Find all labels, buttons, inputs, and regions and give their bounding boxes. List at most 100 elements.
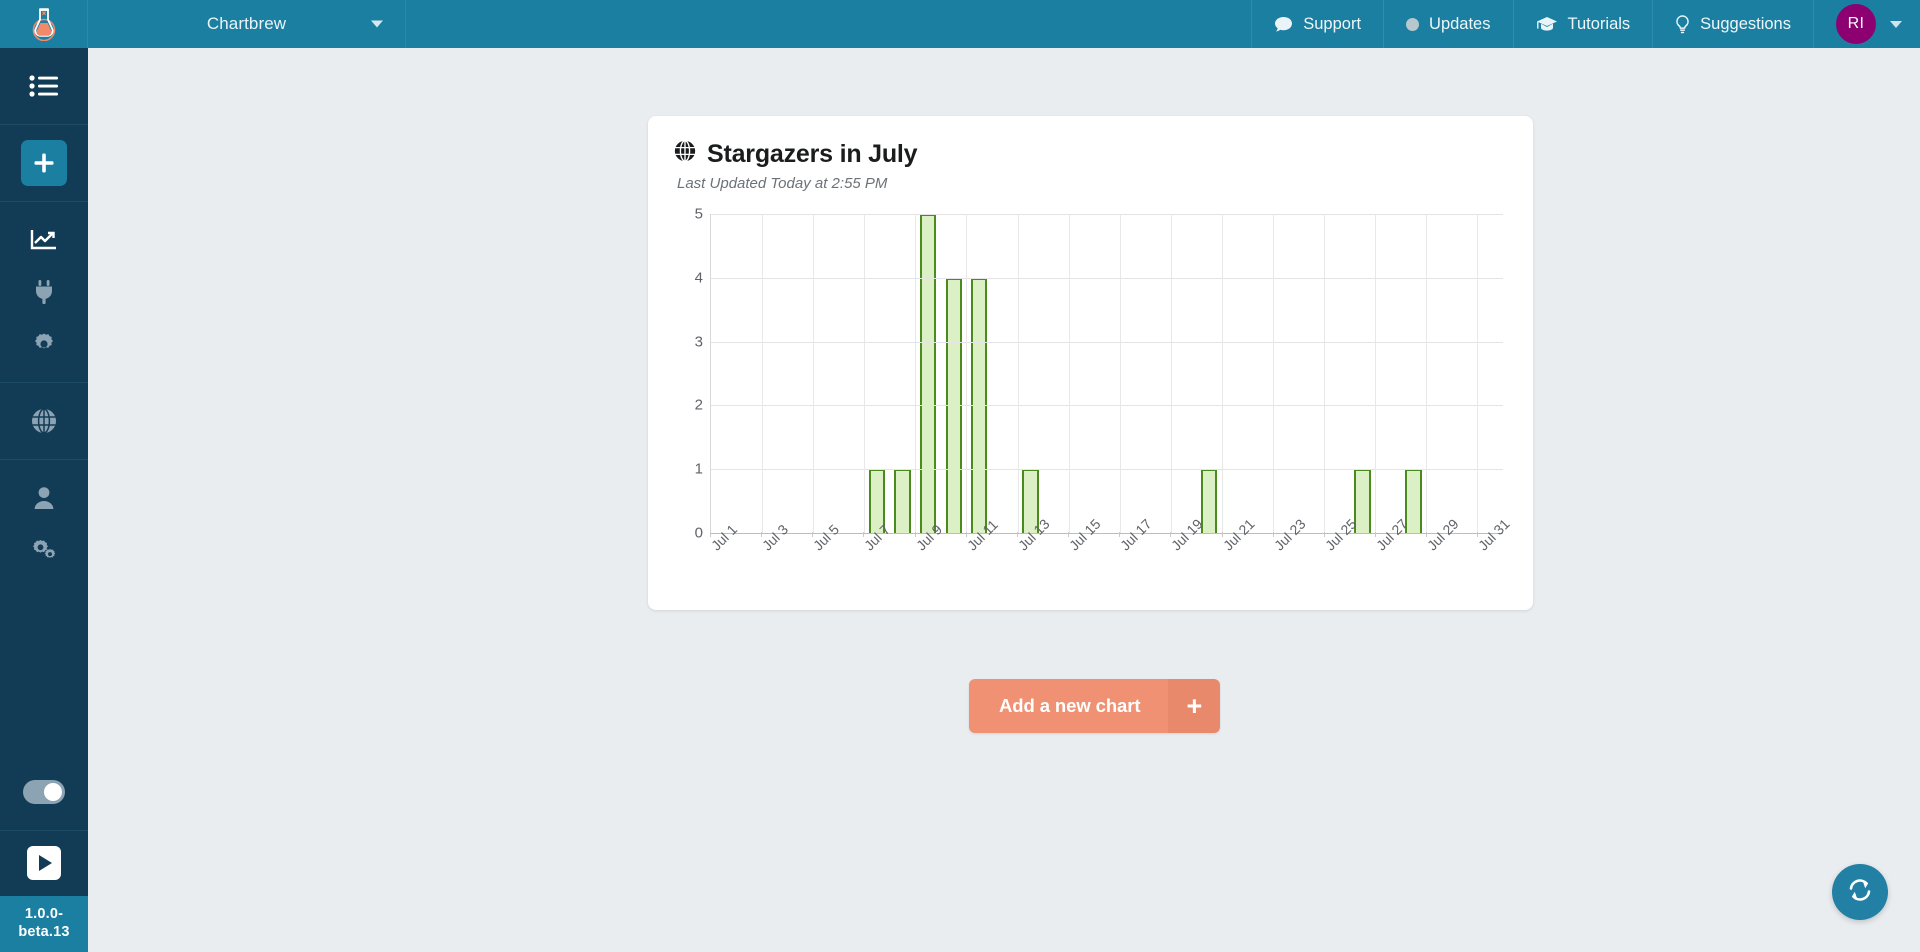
grid-line xyxy=(1222,214,1223,533)
body: 1.0.0-beta.13 Stargazers in July Last Up… xyxy=(0,48,1920,952)
sidebar-group-create xyxy=(0,125,88,202)
add-new-chart-label: Add a new chart xyxy=(969,679,1168,733)
sidebar-item-public-dashboard[interactable] xyxy=(0,395,88,447)
refresh-sync-icon xyxy=(1846,876,1874,909)
sidebar-item-dashboard-list[interactable] xyxy=(0,60,88,112)
globe-icon xyxy=(674,140,696,169)
grid-line xyxy=(966,214,967,533)
x-axis-tick-mark xyxy=(1017,532,1018,537)
logo-button[interactable] xyxy=(0,0,88,48)
main-content: Stargazers in July Last Updated Today at… xyxy=(88,48,1920,952)
chartbrew-flask-logo-icon xyxy=(29,7,59,41)
version-label: 1.0.0-beta.13 xyxy=(0,896,88,952)
lightbulb-icon xyxy=(1675,15,1690,34)
x-axis-tick-mark xyxy=(761,532,762,537)
nav-item-suggestions[interactable]: Suggestions xyxy=(1652,0,1813,48)
sidebar-item-project-settings[interactable] xyxy=(0,318,88,370)
y-axis-tick-label: 5 xyxy=(695,206,703,223)
x-axis-tick-mark xyxy=(915,532,916,537)
y-axis-tick-label: 4 xyxy=(695,269,703,286)
page-title: Stargazers in July xyxy=(707,140,917,169)
chevron-down-icon xyxy=(371,21,383,28)
sidebar-item-charts[interactable] xyxy=(0,214,88,266)
grid-line xyxy=(1120,214,1121,533)
chart-line-icon xyxy=(30,228,58,252)
sidebar-spacer xyxy=(0,588,88,766)
project-selector[interactable]: Chartbrew xyxy=(88,0,406,48)
project-name: Chartbrew xyxy=(207,14,286,34)
grid-line xyxy=(1324,214,1325,533)
sidebar-item-run-queries[interactable] xyxy=(0,830,88,896)
last-updated-label: Last Updated Today at 2:55 PM xyxy=(677,175,1507,192)
grid-line xyxy=(711,278,1503,279)
nav-label-suggestions: Suggestions xyxy=(1700,15,1791,34)
x-axis-tick-mark xyxy=(812,532,813,537)
sidebar-group-dashboard xyxy=(0,48,88,125)
chart-bars xyxy=(711,214,1503,533)
x-axis-tick-mark xyxy=(1119,532,1120,537)
chart-bar[interactable] xyxy=(894,469,910,533)
chart-bar[interactable] xyxy=(1201,469,1217,533)
x-axis-tick-mark xyxy=(1273,532,1274,537)
chart-plot: 012345 xyxy=(710,214,1503,534)
chart-card[interactable]: Stargazers in July Last Updated Today at… xyxy=(648,116,1533,610)
x-axis-tick-mark xyxy=(1477,532,1478,537)
grid-line xyxy=(711,342,1503,343)
sidebar-group-team xyxy=(0,460,88,588)
sidebar-item-team-members[interactable] xyxy=(0,472,88,524)
grid-line xyxy=(1018,214,1019,533)
play-icon xyxy=(27,846,61,880)
x-axis-tick-mark xyxy=(966,532,967,537)
y-axis-tick-label: 2 xyxy=(695,397,703,414)
grid-line xyxy=(711,469,1503,470)
y-axis-tick-label: 3 xyxy=(695,333,703,350)
plus-icon xyxy=(33,152,55,174)
grid-line xyxy=(711,405,1503,406)
add-new-chart-button[interactable]: Add a new chart + xyxy=(969,679,1220,733)
comment-icon xyxy=(1274,16,1293,33)
x-axis-tick-mark xyxy=(1324,532,1325,537)
grid-line xyxy=(1171,214,1172,533)
sidebar-group-project xyxy=(0,202,88,383)
gear-icon xyxy=(32,332,56,356)
x-axis-tick-mark xyxy=(1375,532,1376,537)
user-menu[interactable]: RI xyxy=(1813,0,1920,48)
sidebar-item-connections[interactable] xyxy=(0,266,88,318)
sidebar: 1.0.0-beta.13 xyxy=(0,48,88,952)
x-axis-tick-mark xyxy=(710,532,711,537)
toggle-switch-icon[interactable] xyxy=(23,780,65,804)
nav-item-support[interactable]: Support xyxy=(1251,0,1383,48)
sidebar-item-add-new[interactable] xyxy=(0,137,88,189)
graduation-cap-icon xyxy=(1536,16,1558,33)
chevron-down-icon xyxy=(1890,21,1902,28)
x-axis-tick-mark xyxy=(1222,532,1223,537)
x-axis-tick-mark xyxy=(1426,532,1427,537)
x-axis-tick-mark xyxy=(863,532,864,537)
y-axis-tick-label: 0 xyxy=(695,525,703,542)
grid-line xyxy=(1273,214,1274,533)
chart-card-header: Stargazers in July xyxy=(674,140,1507,169)
grid-line xyxy=(864,214,865,533)
sidebar-group-public xyxy=(0,383,88,460)
grid-line xyxy=(762,214,763,533)
nav-label-updates: Updates xyxy=(1429,15,1490,34)
gears-icon xyxy=(31,538,57,562)
grid-line xyxy=(711,214,1503,215)
x-axis-tick-mark xyxy=(1068,532,1069,537)
x-axis-tick-mark xyxy=(1170,532,1171,537)
plug-icon xyxy=(33,279,55,305)
nav-item-tutorials[interactable]: Tutorials xyxy=(1513,0,1653,48)
list-icon xyxy=(29,74,59,98)
chart-bar[interactable] xyxy=(920,214,936,533)
grid-line xyxy=(915,214,916,533)
y-axis-tick-label: 1 xyxy=(695,461,703,478)
sidebar-item-theme-toggle[interactable] xyxy=(0,766,88,830)
dot-icon xyxy=(1406,18,1419,31)
globe-icon xyxy=(31,408,57,434)
chart-area: 012345 Jul 1Jul 3Jul 5Jul 7Jul 9Jul 11Ju… xyxy=(674,206,1507,576)
refresh-button[interactable] xyxy=(1832,864,1888,920)
sidebar-item-team-settings[interactable] xyxy=(0,524,88,576)
grid-line xyxy=(1375,214,1376,533)
chart-x-axis: Jul 1Jul 3Jul 5Jul 7Jul 9Jul 11Jul 13Jul… xyxy=(710,536,1503,578)
nav-item-updates[interactable]: Updates xyxy=(1383,0,1512,48)
